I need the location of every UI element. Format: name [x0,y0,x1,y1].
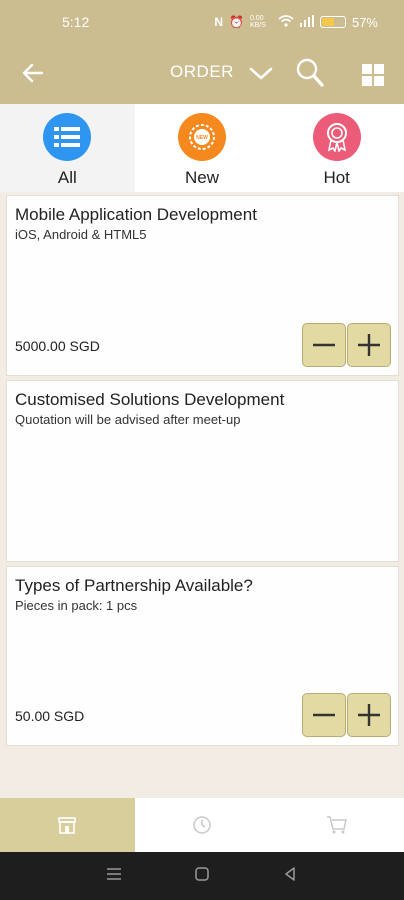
increase-quantity-button[interactable] [347,693,391,737]
home-square-icon [195,866,209,881]
product-title: Types of Partnership Available? [15,576,253,595]
product-list: Mobile Application Development iOS, Andr… [6,195,399,750]
nav-store[interactable] [0,798,135,852]
minus-icon [313,343,335,347]
new-badge-icon: NEW [189,124,215,150]
store-icon [58,817,77,834]
status-bar: 5:12 N ⏰ 0.00 KB/S 57% [0,0,404,44]
product-title: Mobile Application Development [15,205,257,224]
tab-hot-label: Hot [323,168,350,187]
category-tabs: All NEW New Hot [0,104,404,192]
new-badge-text: NEW [196,135,208,141]
grid-icon [362,64,384,86]
history-clock-icon [193,816,211,834]
page-title: ORDER [170,62,234,81]
system-navigation-bar [0,852,404,900]
app-bar: ORDER [0,44,404,104]
search-button[interactable] [294,56,326,90]
product-subtitle: Quotation will be advised after meet-up [15,412,241,427]
product-subtitle: Pieces in pack: 1 pcs [15,598,138,613]
nfc-icon: N [214,15,224,29]
search-icon [296,58,324,87]
alarm-icon: ⏰ [229,15,244,29]
home-button[interactable] [194,866,210,887]
product-subtitle: iOS, Android & HTML5 [15,227,147,242]
wifi-icon [278,14,294,30]
tab-all-circle [43,113,92,161]
product-card[interactable]: Customised Solutions Development Quotati… [6,380,399,562]
tab-all-label: All [57,168,77,187]
product-price: 50.00 SGD [15,708,85,724]
tab-new-circle: NEW [178,113,226,161]
tab-new[interactable]: NEW New [135,104,270,192]
network-speed: 0.00 KB/S [249,15,266,29]
award-ribbon-icon [326,123,347,152]
menu-icon [107,867,121,880]
status-icons: N ⏰ 0.00 KB/S 57% [214,14,378,30]
battery-fill [321,18,334,26]
product-price: 5000.00 SGD [15,338,100,354]
nav-history[interactable] [135,798,270,852]
system-back-button[interactable] [282,866,298,887]
decrease-quantity-button[interactable] [302,323,346,367]
tab-hot[interactable]: Hot [269,104,404,192]
product-title: Customised Solutions Development [15,390,285,409]
battery-icon [319,16,346,28]
tab-new-label: New [185,168,220,187]
product-card[interactable]: Mobile Application Development iOS, Andr… [6,195,399,376]
status-time: 5:12 [62,14,90,30]
dropdown-button[interactable] [246,58,276,88]
increase-quantity-button[interactable] [347,323,391,367]
list-icon [54,127,81,147]
product-card[interactable]: Types of Partnership Available? Pieces i… [6,566,399,746]
cart-icon [326,816,347,834]
nav-cart[interactable] [269,798,404,852]
plus-icon [358,704,380,726]
plus-icon [358,334,380,356]
signal-icon [299,14,314,30]
tab-all[interactable]: All [0,104,135,192]
bottom-navigation [0,798,404,852]
tab-hot-circle [312,113,361,161]
recent-apps-button[interactable] [106,867,122,886]
decrease-quantity-button[interactable] [302,693,346,737]
minus-icon [313,713,335,717]
chevron-down-icon [249,67,273,80]
back-triangle-icon [285,866,295,881]
grid-view-button[interactable] [358,60,388,90]
battery-percent: 57% [351,14,378,30]
